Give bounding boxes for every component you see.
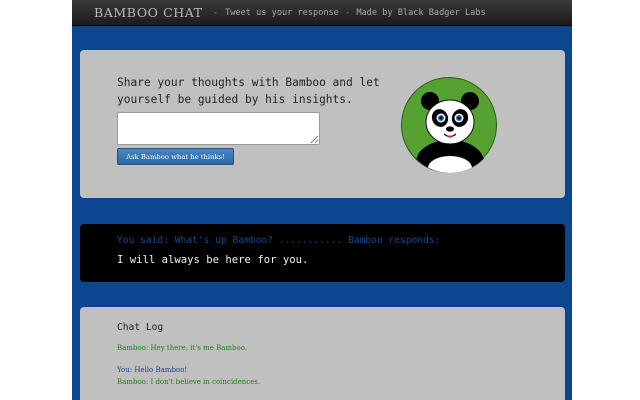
chat-log-entry-user: You: Hello Bamboo!	[117, 366, 188, 374]
nav-separator: -	[344, 7, 351, 18]
you-said-line: You said: What's up Bamboo? ........... …	[117, 235, 441, 246]
made-by-link[interactable]: Made by Black Badger Labs	[356, 8, 485, 18]
chat-log-panel: Chat Log Bamboo: Hey there, it's me Bamb…	[80, 307, 565, 400]
app-window: BAMBOO CHAT - Tweet us your response - M…	[72, 0, 572, 400]
chat-log-entry-bamboo: Bamboo: Hey there, it's me Bamboo.	[117, 344, 248, 352]
chat-log-entry-bamboo: Bamboo: I don't believe in coincidences.	[117, 378, 261, 386]
bamboo-response: I will always be here for you.	[117, 254, 309, 266]
tweet-response-link[interactable]: Tweet us your response	[225, 8, 339, 18]
brand-title[interactable]: BAMBOO CHAT	[94, 5, 203, 20]
thought-input[interactable]	[117, 112, 320, 145]
chat-log-spacer	[117, 354, 537, 364]
response-panel: You said: What's up Bamboo? ........... …	[80, 224, 565, 282]
input-panel: Share your thoughts with Bamboo and let …	[80, 50, 565, 198]
chat-log-title: Chat Log	[117, 322, 164, 333]
bamboo-avatar	[401, 77, 497, 173]
navbar: BAMBOO CHAT - Tweet us your response - M…	[72, 0, 572, 26]
panda-face-icon	[416, 92, 484, 173]
ask-bamboo-button[interactable]: Ask Bamboo what he thinks!	[117, 148, 234, 165]
nav-separator: -	[212, 7, 219, 18]
chat-log-list: Bamboo: Hey there, it's me Bamboo. You: …	[117, 342, 537, 388]
prompt-text: Share your thoughts with Bamboo and let …	[117, 76, 380, 106]
